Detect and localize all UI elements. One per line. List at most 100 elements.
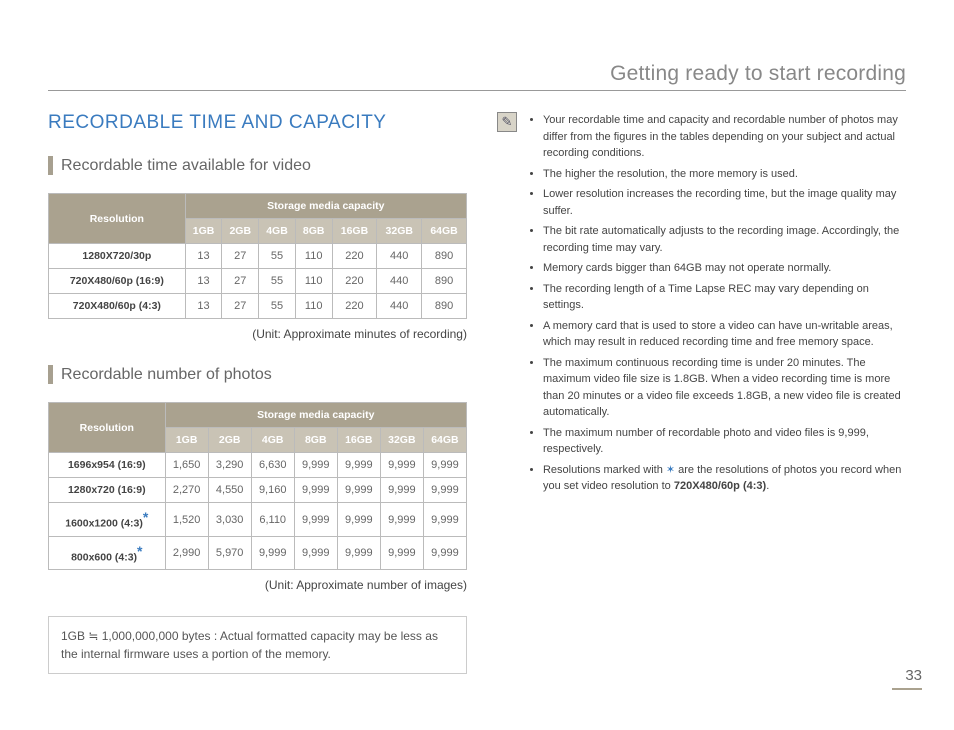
table-row: 1600x1200 (4:3)*1,5203,0306,1109,9999,99… (49, 503, 467, 537)
cell: 55 (259, 269, 296, 294)
th-col: 4GB (251, 428, 294, 453)
note-item: The recording length of a Time Lapse REC… (543, 281, 906, 314)
note-item: The higher the resolution, the more memo… (543, 166, 906, 183)
footnote-box: 1GB ≒ 1,000,000,000 bytes : Actual forma… (48, 616, 467, 674)
cell: 9,999 (423, 453, 466, 478)
th-resolution2: Resolution (49, 403, 166, 453)
cell: 9,999 (423, 503, 466, 537)
video-unit-note: (Unit: Approximate minutes of recording) (48, 327, 467, 341)
note-item: The bit rate automatically adjusts to th… (543, 223, 906, 256)
cell: 9,999 (337, 503, 380, 537)
cell: 440 (377, 244, 422, 269)
notes-list: Your recordable time and capacity and re… (523, 112, 906, 499)
cell: 9,999 (251, 536, 294, 570)
cell: 27 (222, 244, 259, 269)
cell: 9,999 (380, 503, 423, 537)
cell: 6,110 (251, 503, 294, 537)
cell: 55 (259, 294, 296, 319)
cell: 220 (332, 244, 377, 269)
cell: 890 (422, 294, 467, 319)
row-label: 1696x954 (16:9) (49, 453, 166, 478)
note-item-star: Resolutions marked with ✶ are the resolu… (543, 462, 906, 495)
cell: 9,999 (294, 478, 337, 503)
th-col: 16GB (332, 219, 377, 244)
th-col: 64GB (423, 428, 466, 453)
table-row: 1696x954 (16:9)1,6503,2906,6309,9999,999… (49, 453, 467, 478)
cell: 3,290 (208, 453, 251, 478)
cell: 6,630 (251, 453, 294, 478)
row-label: 1600x1200 (4:3)* (49, 503, 166, 537)
star-icon: ✶ (666, 464, 675, 476)
table-row: 1280x720 (16:9)2,2704,5509,1609,9999,999… (49, 478, 467, 503)
cell: 27 (222, 269, 259, 294)
cell: 13 (185, 244, 222, 269)
cell: 13 (185, 294, 222, 319)
th-col: 1GB (165, 428, 208, 453)
table-row: 720X480/60p (16:9)132755110220440890 (49, 269, 467, 294)
star-icon: * (143, 509, 148, 525)
cell: 440 (377, 269, 422, 294)
th-col: 32GB (377, 219, 422, 244)
cell: 1,650 (165, 453, 208, 478)
th-col: 8GB (295, 219, 332, 244)
th-col: 2GB (222, 219, 259, 244)
cell: 9,999 (423, 478, 466, 503)
cell: 1,520 (165, 503, 208, 537)
cell: 55 (259, 244, 296, 269)
note-item: The maximum number of recordable photo a… (543, 425, 906, 458)
cell: 9,999 (337, 478, 380, 503)
th-resolution: Resolution (49, 194, 186, 244)
th-col: 8GB (294, 428, 337, 453)
th-storage: Storage media capacity (185, 194, 466, 219)
cell: 9,999 (380, 536, 423, 570)
main-title: RECORDABLE TIME AND CAPACITY (48, 112, 467, 134)
cell: 9,999 (337, 453, 380, 478)
page-number: 33 (892, 667, 922, 690)
section1-title: Recordable time available for video (48, 156, 467, 175)
note-item: Your recordable time and capacity and re… (543, 112, 906, 162)
th-storage2: Storage media capacity (165, 403, 466, 428)
cell: 110 (295, 244, 332, 269)
cell: 110 (295, 294, 332, 319)
cell: 5,970 (208, 536, 251, 570)
th-col: 32GB (380, 428, 423, 453)
cell: 3,030 (208, 503, 251, 537)
row-label: 800x600 (4:3)* (49, 536, 166, 570)
cell: 9,999 (380, 478, 423, 503)
header-rule (48, 90, 906, 91)
cell: 9,999 (423, 536, 466, 570)
cell: 9,999 (294, 453, 337, 478)
th-col: 64GB (422, 219, 467, 244)
cell: 220 (332, 294, 377, 319)
cell: 9,999 (337, 536, 380, 570)
row-label: 1280X720/30p (49, 244, 186, 269)
cell: 9,999 (380, 453, 423, 478)
section2-title: Recordable number of photos (48, 365, 467, 384)
row-label: 720X480/60p (16:9) (49, 269, 186, 294)
note-item: A memory card that is used to store a vi… (543, 318, 906, 351)
star-icon: * (137, 543, 142, 559)
cell: 9,999 (294, 503, 337, 537)
th-col: 2GB (208, 428, 251, 453)
cell: 9,160 (251, 478, 294, 503)
table-row: 720X480/60p (4:3)132755110220440890 (49, 294, 467, 319)
cell: 110 (295, 269, 332, 294)
page-header-title: Getting ready to start recording (610, 62, 906, 86)
cell: 9,999 (294, 536, 337, 570)
row-label: 720X480/60p (4:3) (49, 294, 186, 319)
note-icon: ✎ (497, 112, 517, 132)
cell: 27 (222, 294, 259, 319)
video-table: Resolution Storage media capacity 1GB2GB… (48, 193, 467, 319)
photo-unit-note: (Unit: Approximate number of images) (48, 578, 467, 592)
cell: 13 (185, 269, 222, 294)
note-item: The maximum continuous recording time is… (543, 355, 906, 421)
th-col: 4GB (259, 219, 296, 244)
cell: 440 (377, 294, 422, 319)
photo-table: Resolution Storage media capacity 1GB2GB… (48, 402, 467, 570)
cell: 890 (422, 244, 467, 269)
table-row: 800x600 (4:3)*2,9905,9709,9999,9999,9999… (49, 536, 467, 570)
cell: 220 (332, 269, 377, 294)
row-label: 1280x720 (16:9) (49, 478, 166, 503)
note-item: Lower resolution increases the recording… (543, 186, 906, 219)
cell: 4,550 (208, 478, 251, 503)
